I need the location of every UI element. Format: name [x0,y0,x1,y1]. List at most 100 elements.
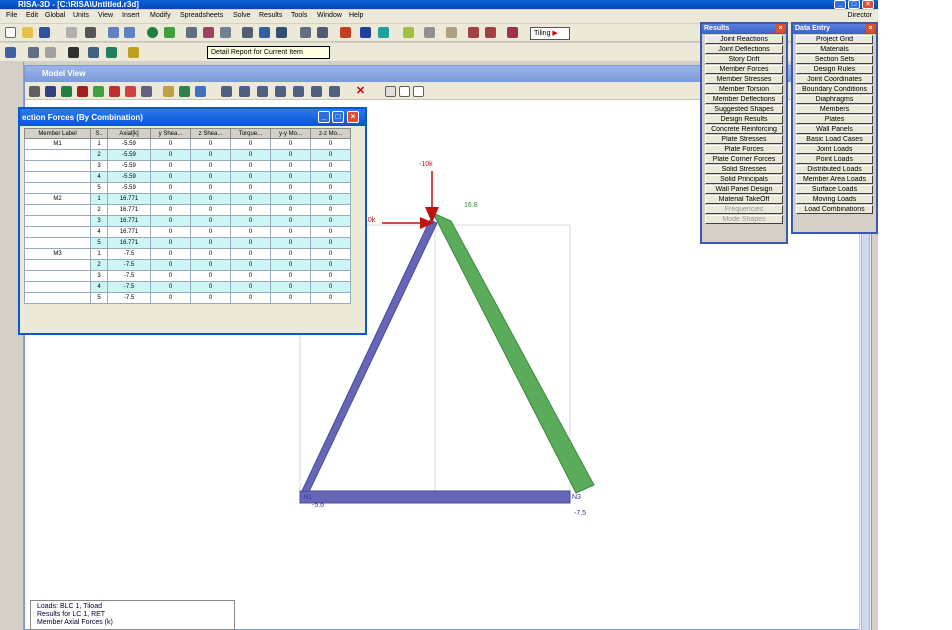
table-row[interactable]: M3 1 -7.5 0 0 0 0 0 [24,248,351,260]
zz-moment-cell[interactable]: 0 [310,193,351,205]
torque-cell[interactable]: 0 [230,204,271,216]
member-label-cell[interactable] [24,160,91,172]
y-shear-cell[interactable]: 0 [150,138,191,150]
data-entry-button[interactable]: Plates [796,115,873,124]
col-section[interactable]: S.. [90,128,108,139]
y-shear-cell[interactable]: 0 [150,281,191,293]
results-button[interactable]: Suggested Shapes [705,105,783,114]
redo-icon[interactable] [124,27,135,38]
yy-moment-cell[interactable]: 0 [270,193,311,205]
sort-icon[interactable] [5,47,16,58]
axial-cell[interactable]: -5.59 [107,160,151,172]
torque-cell[interactable]: 0 [230,182,271,194]
zz-moment-cell[interactable]: 0 [310,248,351,260]
find-icon[interactable] [68,47,79,58]
table-row[interactable]: 4 -5.59 0 0 0 0 0 [24,171,351,183]
director-label[interactable]: Director [847,12,872,19]
menu-view[interactable]: View [98,12,113,19]
minimize-button[interactable]: _ [834,0,846,9]
table-row[interactable]: 5 -7.5 0 0 0 0 0 [24,292,351,304]
data-entry-button[interactable]: Project Grid [796,35,873,44]
data-entry-button[interactable]: Moving Loads [796,195,873,204]
graphic-icon[interactable] [186,27,197,38]
y-shear-cell[interactable]: 0 [150,237,191,249]
axial-cell[interactable]: 16.771 [107,193,151,205]
results-button[interactable]: Story Drift [705,55,783,64]
member-label-cell[interactable] [24,259,91,271]
plot-icon[interactable] [88,47,99,58]
table-row[interactable]: 3 -7.5 0 0 0 0 0 [24,270,351,282]
yy-moment-cell[interactable]: 0 [270,171,311,183]
axial-cell[interactable]: -7.5 [107,270,151,282]
col-axial[interactable]: Axial[k] [107,128,151,139]
yy-moment-cell[interactable]: 0 [270,182,311,194]
cut-icon[interactable] [66,27,77,38]
axial-cell[interactable]: -7.5 [107,281,151,293]
zz-moment-cell[interactable]: 0 [310,259,351,271]
y-shear-cell[interactable]: 0 [150,270,191,282]
axial-cell[interactable]: 16.771 [107,226,151,238]
member-label-cell[interactable] [24,171,91,183]
member-m3-diagram[interactable] [299,490,571,504]
y-shear-cell[interactable]: 0 [150,149,191,161]
zz-moment-cell[interactable]: 0 [310,226,351,238]
zz-moment-cell[interactable]: 0 [310,281,351,293]
member-label-cell[interactable] [24,182,91,194]
axial-cell[interactable]: 16.771 [107,237,151,249]
menu-edit[interactable]: Edit [26,12,38,19]
y-shear-cell[interactable]: 0 [150,215,191,227]
z-shear-cell[interactable]: 0 [190,138,231,150]
member-label-cell[interactable] [24,237,91,249]
y-shear-cell[interactable]: 0 [150,259,191,271]
menu-insert[interactable]: Insert [122,12,140,19]
new-file-icon[interactable] [5,27,16,38]
data-entry-button[interactable]: Distributed Loads [796,165,873,174]
col-z-shear[interactable]: z Shea... [190,128,231,139]
torque-cell[interactable]: 0 [230,171,271,183]
col-y-shear[interactable]: y Shea... [150,128,191,139]
z-shear-cell[interactable]: 0 [190,204,231,216]
zz-moment-cell[interactable]: 0 [310,215,351,227]
z-shear-cell[interactable]: 0 [190,193,231,205]
results-button[interactable]: Member Torsion [705,85,783,94]
page-icon[interactable] [468,27,479,38]
help-icon[interactable] [128,47,139,58]
results-button[interactable]: Member Deflections [705,95,783,104]
data-entry-button[interactable]: Member Area Loads [796,175,873,184]
window-icon[interactable] [242,27,253,38]
menu-tools[interactable]: Tools [291,12,307,19]
section-cell[interactable]: 3 [90,160,108,172]
data-entry-button[interactable]: Design Rules [796,65,873,74]
member-label-cell[interactable] [24,281,91,293]
results-button[interactable]: Joint Reactions [705,35,783,44]
yy-moment-cell[interactable]: 0 [270,226,311,238]
axial-cell[interactable]: -5.59 [107,149,151,161]
zz-moment-cell[interactable]: 0 [310,182,351,194]
section-forces-title-bar[interactable]: ection Forces (By Combination) _ □ × [20,109,365,126]
results-panel-close-icon[interactable]: × [776,24,785,33]
y-shear-cell[interactable]: 0 [150,160,191,172]
z-shear-cell[interactable]: 0 [190,149,231,161]
close-button[interactable]: × [862,0,874,9]
y-shear-cell[interactable]: 0 [150,182,191,194]
axial-cell[interactable]: -5.59 [107,182,151,194]
equals-icon[interactable] [403,27,414,38]
load-icon[interactable] [340,27,351,38]
menu-global[interactable]: Global [45,12,65,19]
data-entry-button[interactable]: Diaphragms [796,95,873,104]
results-button[interactable]: Material TakeOff [705,195,783,204]
section-cell[interactable]: 3 [90,270,108,282]
boundary-icon[interactable] [360,27,371,38]
results-button[interactable]: Joint Deflections [705,45,783,54]
table-row[interactable]: M1 1 -5.59 0 0 0 0 0 [24,138,351,150]
data-entry-button[interactable]: Load Combinations [796,205,873,214]
yy-moment-cell[interactable]: 0 [270,259,311,271]
torque-cell[interactable]: 0 [230,160,271,172]
yy-moment-cell[interactable]: 0 [270,204,311,216]
report-icon[interactable] [424,27,435,38]
results-button[interactable]: Solid Stresses [705,165,783,174]
data-entry-button[interactable]: Joint Coordinates [796,75,873,84]
torque-cell[interactable]: 0 [230,259,271,271]
data-entry-button[interactable]: Section Sets [796,55,873,64]
section-cell[interactable]: 4 [90,226,108,238]
